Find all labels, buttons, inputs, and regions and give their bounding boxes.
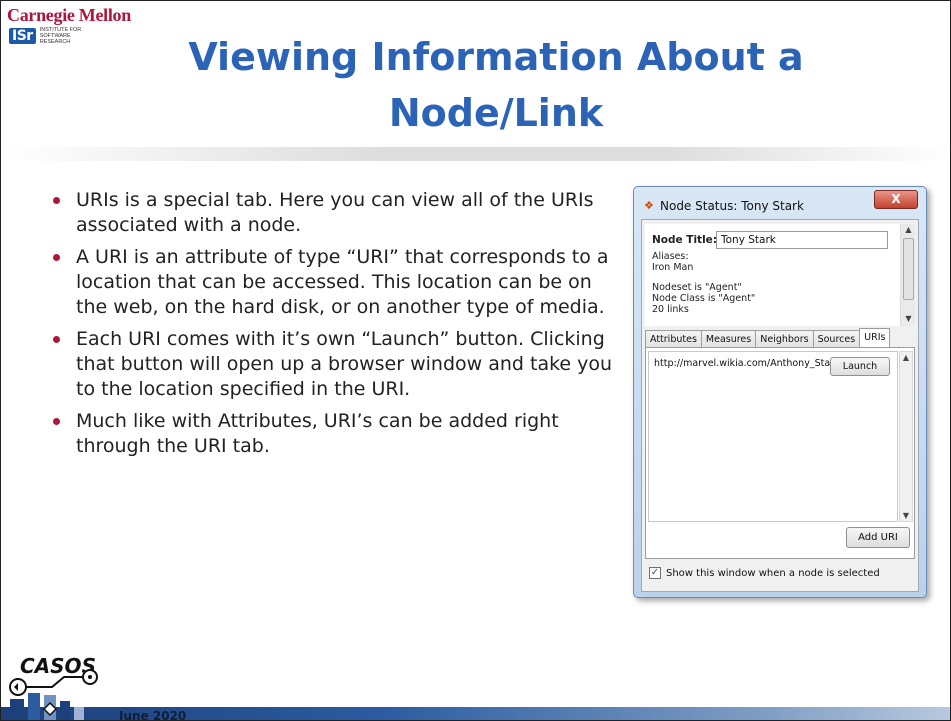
bullet-text: A URI is an attribute of type “URI” that… bbox=[76, 246, 609, 318]
bullet-item: Each URI comes with it’s own “Launch” bu… bbox=[49, 327, 624, 402]
info-scrollbar[interactable]: ▲ ▼ bbox=[900, 224, 915, 326]
bullet-text: Each URI comes with it’s own “Launch” bu… bbox=[76, 328, 613, 400]
node-title-input[interactable]: Tony Stark bbox=[716, 231, 888, 249]
scroll-up-icon[interactable]: ▲ bbox=[901, 224, 916, 236]
tab-sources[interactable]: Sources bbox=[812, 330, 861, 347]
bullet-icon bbox=[53, 336, 60, 343]
node-class-text: Node Class is "Agent" bbox=[652, 293, 756, 304]
node-status-window: ❖ Node Status: Tony Stark X Node Title: … bbox=[633, 186, 927, 598]
node-info-panel: Node Title: Tony Stark Aliases: Iron Man… bbox=[645, 224, 900, 326]
slide-title-line-2: Node/Link bbox=[388, 91, 604, 135]
show-window-label: Show this window when a node is selected bbox=[666, 567, 880, 579]
uri-scrollbar[interactable]: ▲ ▼ bbox=[899, 351, 913, 522]
alias-value: Iron Man bbox=[652, 262, 694, 273]
uris-tab-panel: http://marvel.wikia.com/Anthony_Stark La… bbox=[645, 347, 915, 559]
launch-button[interactable]: Launch bbox=[830, 357, 890, 376]
tab-bar: Attributes Measures Neighbors Sources UR… bbox=[645, 328, 891, 347]
bullet-icon bbox=[53, 254, 60, 261]
window-titlebar: ❖ Node Status: Tony Stark bbox=[644, 199, 804, 213]
tab-uris[interactable]: URIs bbox=[859, 328, 891, 347]
bullet-item: Much like with Attributes, URI’s can be … bbox=[49, 409, 624, 459]
footer-date: June 2020 bbox=[119, 709, 187, 721]
node-status-icon: ❖ bbox=[644, 199, 654, 212]
show-window-option[interactable]: ✓ Show this window when a node is select… bbox=[649, 567, 880, 579]
tab-measures[interactable]: Measures bbox=[700, 330, 757, 347]
uri-value[interactable]: http://marvel.wikia.com/Anthony_Stark bbox=[654, 358, 834, 369]
uri-list: http://marvel.wikia.com/Anthony_Stark La… bbox=[648, 351, 898, 522]
links-count: 20 links bbox=[652, 304, 689, 315]
isr-logo-mark: ISr bbox=[9, 28, 36, 44]
aliases-label: Aliases: bbox=[652, 251, 689, 262]
isr-line-3: RESEARCH bbox=[39, 39, 71, 45]
window-title: Node Status: Tony Stark bbox=[660, 199, 804, 213]
nodeset-text: Nodeset is "Agent" bbox=[652, 282, 742, 293]
bullet-item: URIs is a special tab. Here you can view… bbox=[49, 188, 624, 238]
title-divider bbox=[1, 147, 950, 161]
tab-neighbors[interactable]: Neighbors bbox=[755, 330, 814, 347]
casos-logo: CASOS bbox=[9, 654, 98, 720]
tab-attributes[interactable]: Attributes bbox=[645, 330, 702, 347]
bullet-icon bbox=[53, 197, 60, 204]
bullet-icon bbox=[53, 418, 60, 425]
slide-title: Viewing Information About a Node/Link bbox=[96, 29, 896, 141]
scroll-thumb[interactable] bbox=[903, 238, 914, 300]
node-title-label: Node Title: bbox=[652, 234, 717, 246]
isr-logo: ISr institute for SOFTWARE RESEARCH bbox=[9, 27, 81, 45]
bullet-list: URIs is a special tab. Here you can view… bbox=[49, 188, 624, 466]
close-button[interactable]: X bbox=[874, 190, 918, 209]
slide: Carnegie Mellon ISr institute for SOFTWA… bbox=[0, 0, 951, 721]
scroll-down-icon[interactable]: ▼ bbox=[900, 510, 912, 522]
bullet-text: Much like with Attributes, URI’s can be … bbox=[76, 410, 559, 457]
bullet-text: URIs is a special tab. Here you can view… bbox=[76, 189, 594, 236]
bullet-item: A URI is an attribute of type “URI” that… bbox=[49, 245, 624, 320]
isr-logo-text: institute for SOFTWARE RESEARCH bbox=[40, 27, 82, 45]
slide-title-line-1: Viewing Information About a bbox=[188, 35, 804, 79]
scroll-up-icon[interactable]: ▲ bbox=[900, 352, 912, 364]
window-body: Node Title: Tony Stark Aliases: Iron Man… bbox=[641, 219, 919, 592]
carnegie-mellon-logo: Carnegie Mellon bbox=[7, 5, 131, 25]
add-uri-button[interactable]: Add URI bbox=[846, 527, 910, 548]
show-window-checkbox[interactable]: ✓ bbox=[649, 567, 661, 579]
scroll-down-icon[interactable]: ▼ bbox=[901, 313, 916, 325]
